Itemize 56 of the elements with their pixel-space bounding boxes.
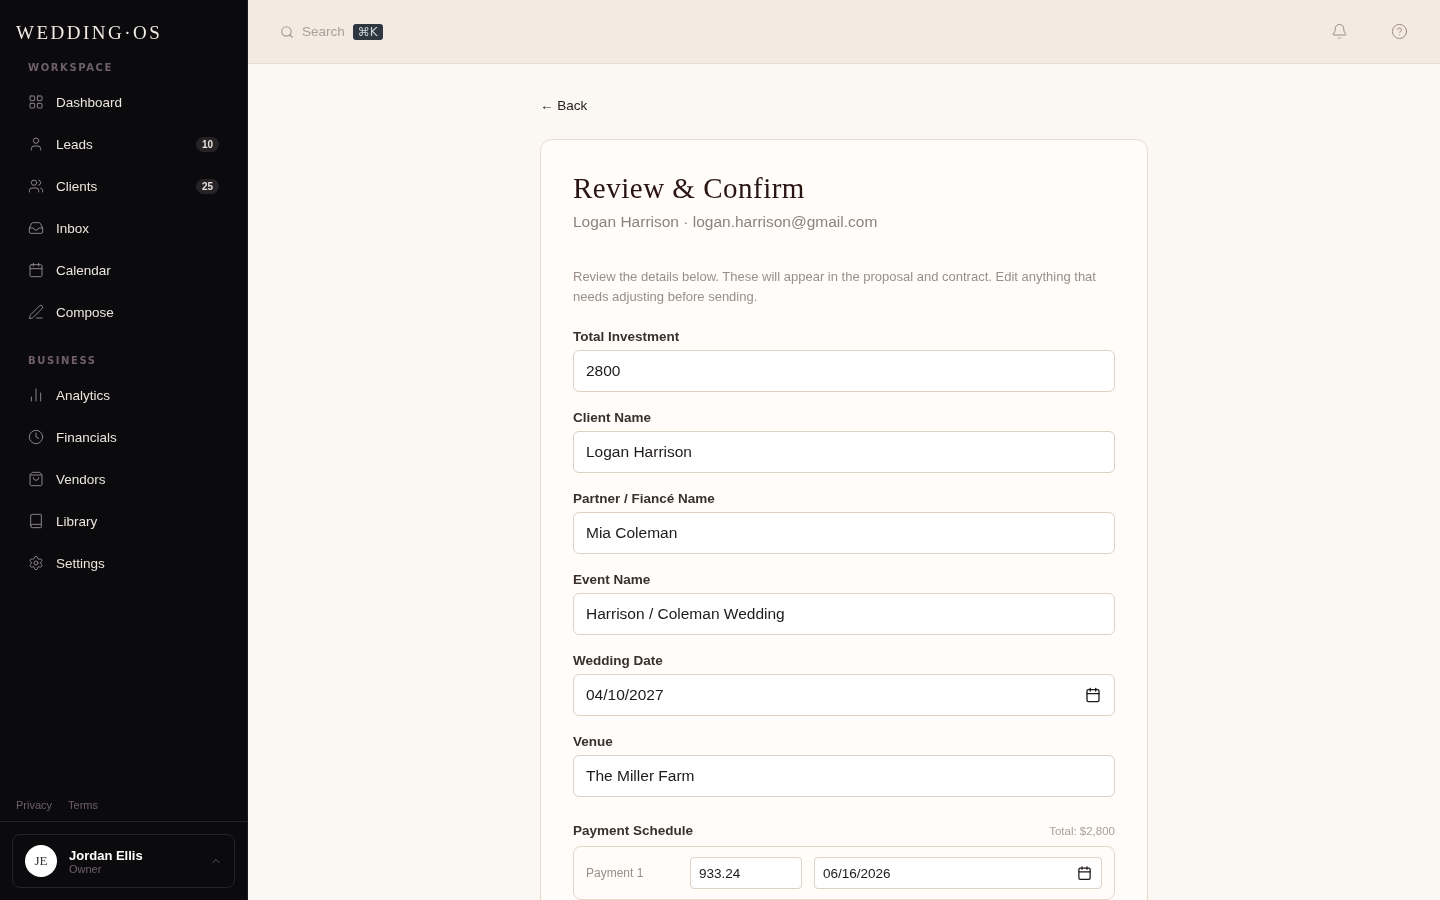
- inbox-icon: [28, 220, 44, 236]
- calendar-icon[interactable]: [1085, 687, 1101, 703]
- input-field[interactable]: The Miller Farm: [573, 755, 1115, 797]
- nav-item[interactable]: Compose: [16, 291, 231, 333]
- nav-item[interactable]: Inbox: [16, 207, 231, 249]
- bar-chart-icon: [28, 387, 44, 403]
- card-subtitle: Logan Harrison · logan.harrison@gmail.com: [573, 213, 878, 231]
- users-icon: [28, 178, 44, 194]
- user-role: Owner: [69, 862, 102, 875]
- field-label: Client Name: [573, 410, 652, 425]
- field-label: Payment Schedule: [573, 823, 694, 838]
- field-label: Total Investment: [573, 329, 680, 344]
- card-title: Review & Confirm: [573, 172, 805, 205]
- input-field[interactable]: Logan Harrison: [573, 431, 1115, 473]
- nav-item[interactable]: Leads 10: [16, 123, 231, 165]
- user-name: Jordan Ellis: [69, 847, 143, 863]
- nav-item[interactable]: Library: [16, 500, 231, 542]
- total-text: Total: $2,800: [1049, 824, 1115, 837]
- input-field[interactable]: 2800: [573, 350, 1115, 392]
- date-field[interactable]: 06/16/2026: [814, 857, 1102, 889]
- nav-item[interactable]: Analytics: [16, 374, 231, 416]
- amount-field[interactable]: 933.24: [690, 857, 802, 889]
- user-icon: [28, 136, 44, 152]
- back-link[interactable]: ← Back: [540, 96, 588, 115]
- nav-item[interactable]: Calendar: [16, 249, 231, 291]
- user-card[interactable]: JE Jordan Ellis Owner: [12, 834, 235, 888]
- nav-item[interactable]: Dashboard: [16, 81, 231, 123]
- clock-icon: [28, 429, 44, 445]
- grid-icon: [28, 94, 44, 110]
- bag-icon: [28, 471, 44, 487]
- payment-label: Payment 1: [586, 866, 645, 880]
- calendar-icon: [28, 262, 44, 278]
- field-label: Wedding Date: [573, 653, 663, 668]
- count-badge: 25: [195, 178, 219, 194]
- field-label: Event Name: [573, 572, 651, 587]
- shortcut-key: ⌘K: [352, 23, 383, 40]
- section-title: WORKSPACE: [27, 61, 114, 75]
- nav-item[interactable]: Clients 25: [16, 165, 231, 207]
- book-icon: [28, 513, 44, 529]
- search-icon: [280, 24, 294, 39]
- nav-item[interactable]: Settings: [16, 542, 231, 584]
- nav-item[interactable]: Vendors: [16, 458, 231, 500]
- avatar: JE: [25, 845, 57, 877]
- date-field[interactable]: 04/10/2027: [573, 674, 1115, 716]
- calendar-icon[interactable]: [1077, 865, 1092, 881]
- field-label: Venue: [573, 734, 613, 749]
- field-label: Partner / Fiancé Name: [573, 491, 715, 506]
- input-field[interactable]: Mia Coleman: [573, 512, 1115, 554]
- input-field[interactable]: Harrison / Coleman Wedding: [573, 593, 1115, 635]
- nav-item[interactable]: Financials: [16, 416, 231, 458]
- settings-icon: [28, 555, 44, 571]
- pen-icon: [28, 304, 44, 320]
- intro-text: Review the details below. These will appear in the proposal and contract. Edit anything that needs adjusting before sending.: [573, 268, 1097, 306]
- logo: WEDDING·OS: [15, 21, 164, 45]
- section-title: BUSINESS: [27, 354, 98, 368]
- count-badge: 10: [195, 136, 219, 152]
